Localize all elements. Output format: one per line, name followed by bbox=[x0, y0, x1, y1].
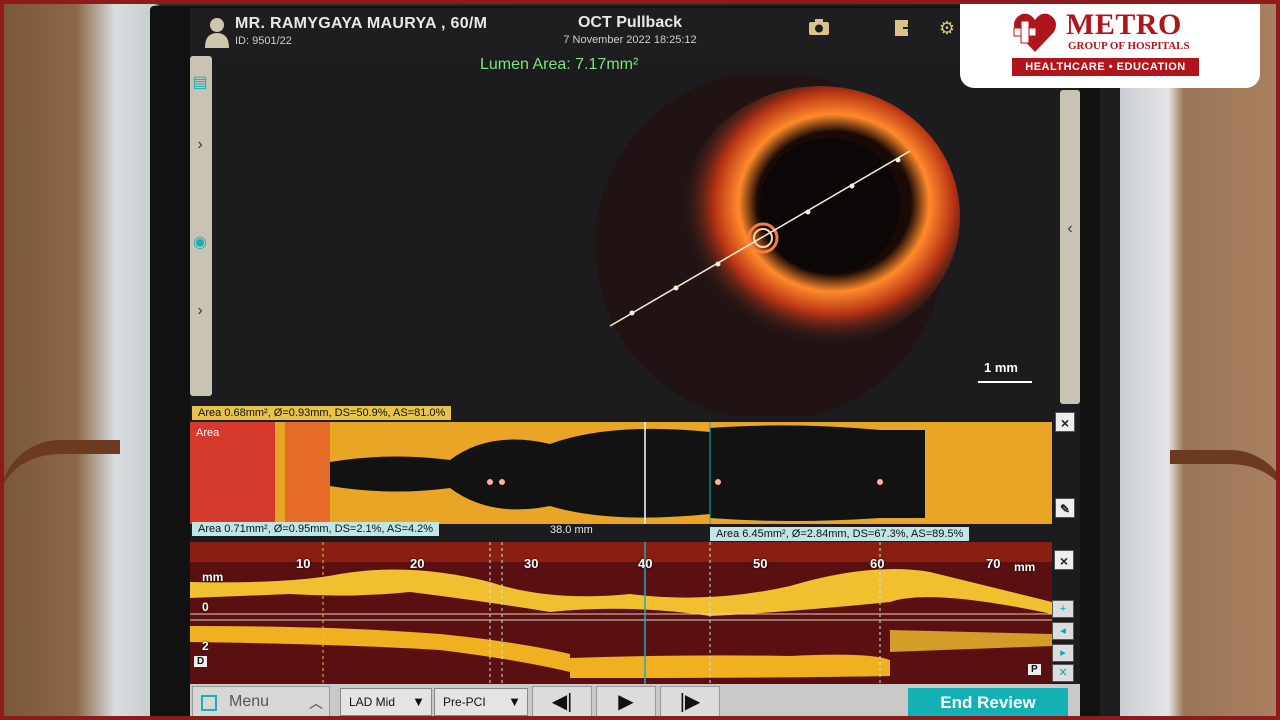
axis-tick: 70 bbox=[986, 556, 1001, 571]
remove-frame-icon[interactable]: ✕ bbox=[1052, 664, 1074, 682]
acquisition-datetime: 7 November 2022 18:25:12 bbox=[563, 34, 697, 46]
distal-reference-label: Area 6.45mm², Ø=2.84mm, DS=67.3%, AS=89.… bbox=[710, 527, 970, 541]
scale-bar bbox=[978, 381, 1032, 383]
patient-name: MR. RAMYGAYA MAURYA , 60/M bbox=[235, 15, 488, 32]
axis-tick: 50 bbox=[753, 556, 768, 571]
camera-icon[interactable] bbox=[808, 18, 830, 38]
next-frame-button[interactable]: |▶ bbox=[660, 686, 720, 718]
end-review-button[interactable]: End Review bbox=[908, 688, 1068, 720]
depth-label: 2 bbox=[202, 639, 209, 653]
previous-frame-button[interactable]: ◀| bbox=[532, 686, 592, 718]
gear-icon[interactable]: ⚙ bbox=[936, 18, 958, 38]
logo-name: METRO bbox=[1066, 8, 1182, 41]
mla-measurement-label: Area 0.68mm², Ø=0.93mm, DS=50.9%, AS=81.… bbox=[192, 406, 452, 420]
step-back-icon[interactable]: ◂ bbox=[1052, 622, 1074, 640]
chevron-up-icon: ︿ bbox=[309, 695, 323, 711]
longitudinal-view[interactable] bbox=[190, 542, 1052, 684]
chevron-down-icon: ▼ bbox=[412, 694, 425, 709]
oct-screen: MR. RAMYGAYA MAURYA , 60/M ID: 9501/22 O… bbox=[190, 8, 1080, 720]
photo-scene: MR. RAMYGAYA MAURYA , 60/M ID: 9501/22 O… bbox=[0, 0, 1280, 720]
ruler-icon[interactable]: ▤ bbox=[190, 72, 210, 92]
add-frame-icon[interactable]: + bbox=[1052, 600, 1074, 618]
axis-tick: 60 bbox=[870, 556, 885, 571]
oct-cross-section-image[interactable] bbox=[580, 76, 960, 416]
axis-tick: 20 bbox=[410, 556, 425, 571]
eye-icon[interactable]: ◉ bbox=[190, 232, 210, 252]
heart-cross-logo-icon bbox=[1013, 13, 1056, 53]
menu-label: Menu bbox=[229, 693, 270, 710]
vessel-select[interactable]: LAD Mid ▼ bbox=[340, 688, 432, 716]
step-forward-icon[interactable]: ▸ bbox=[1052, 644, 1074, 662]
phase-select[interactable]: Pre-PCI ▼ bbox=[434, 688, 528, 716]
export-icon[interactable] bbox=[892, 18, 914, 38]
axis-tick: 30 bbox=[524, 556, 539, 571]
chevron-left-icon[interactable]: ‹ bbox=[1060, 220, 1080, 238]
distal-marker[interactable]: D bbox=[194, 656, 208, 667]
page-title: OCT Pullback bbox=[577, 14, 683, 31]
right-tool-strip: ‹ bbox=[1060, 90, 1080, 404]
proximal-marker[interactable]: P bbox=[1028, 664, 1041, 675]
chevron-down-icon: ▼ bbox=[508, 694, 521, 709]
lumen-area-readout: Lumen Area: 7.17mm² bbox=[480, 56, 639, 73]
chair-left bbox=[0, 440, 120, 720]
chair-right bbox=[1170, 450, 1280, 720]
vessel-select-value: LAD Mid bbox=[349, 695, 396, 709]
close-longitudinal-button[interactable]: × bbox=[1054, 550, 1074, 570]
left-tool-strip: ▤ › ◉ › bbox=[190, 56, 212, 396]
chevron-right-icon[interactable]: › bbox=[190, 136, 210, 154]
close-profile-button[interactable]: × bbox=[1055, 412, 1075, 432]
axis-unit-left: mm bbox=[202, 570, 224, 584]
axis-tick: 10 bbox=[296, 556, 311, 571]
menu-icon bbox=[201, 695, 217, 711]
logo-tagline: HEALTHCARE • EDUCATION bbox=[1012, 58, 1199, 76]
lumen-area-profile[interactable] bbox=[190, 422, 1052, 524]
depth-label: 0 bbox=[202, 600, 209, 614]
lesion-length-label: 38.0 mm bbox=[550, 524, 593, 536]
play-button[interactable]: ▶ bbox=[596, 686, 656, 718]
proximal-reference-label: Area 0.71mm², Ø=0.95mm, DS=2.1%, AS=4.2% bbox=[192, 522, 440, 536]
logo-subtitle: GROUP OF HOSPITALS bbox=[1068, 40, 1190, 52]
axis-unit-right: mm bbox=[1014, 560, 1036, 574]
menu-button[interactable]: Menu ︿ bbox=[192, 686, 330, 718]
hospital-logo: METRO GROUP OF HOSPITALS HEALTHCARE • ED… bbox=[960, 0, 1260, 88]
header-bar: MR. RAMYGAYA MAURYA , 60/M ID: 9501/22 O… bbox=[190, 8, 1080, 58]
lumen-profile-label: Area bbox=[196, 427, 220, 439]
patient-id: ID: 9501/22 bbox=[235, 35, 292, 47]
scale-bar-label: 1 mm bbox=[984, 360, 1018, 375]
phase-select-value: Pre-PCI bbox=[443, 695, 486, 709]
chevron-right-icon[interactable]: › bbox=[190, 302, 210, 320]
tool-icon[interactable]: ✎ bbox=[1055, 498, 1075, 518]
patient-avatar-icon bbox=[205, 18, 229, 48]
bottom-toolbar: Menu ︿ LAD Mid ▼ Pre-PCI ▼ ◀| ▶ |▶ End R… bbox=[190, 684, 1080, 720]
axis-tick: 40 bbox=[638, 556, 653, 571]
